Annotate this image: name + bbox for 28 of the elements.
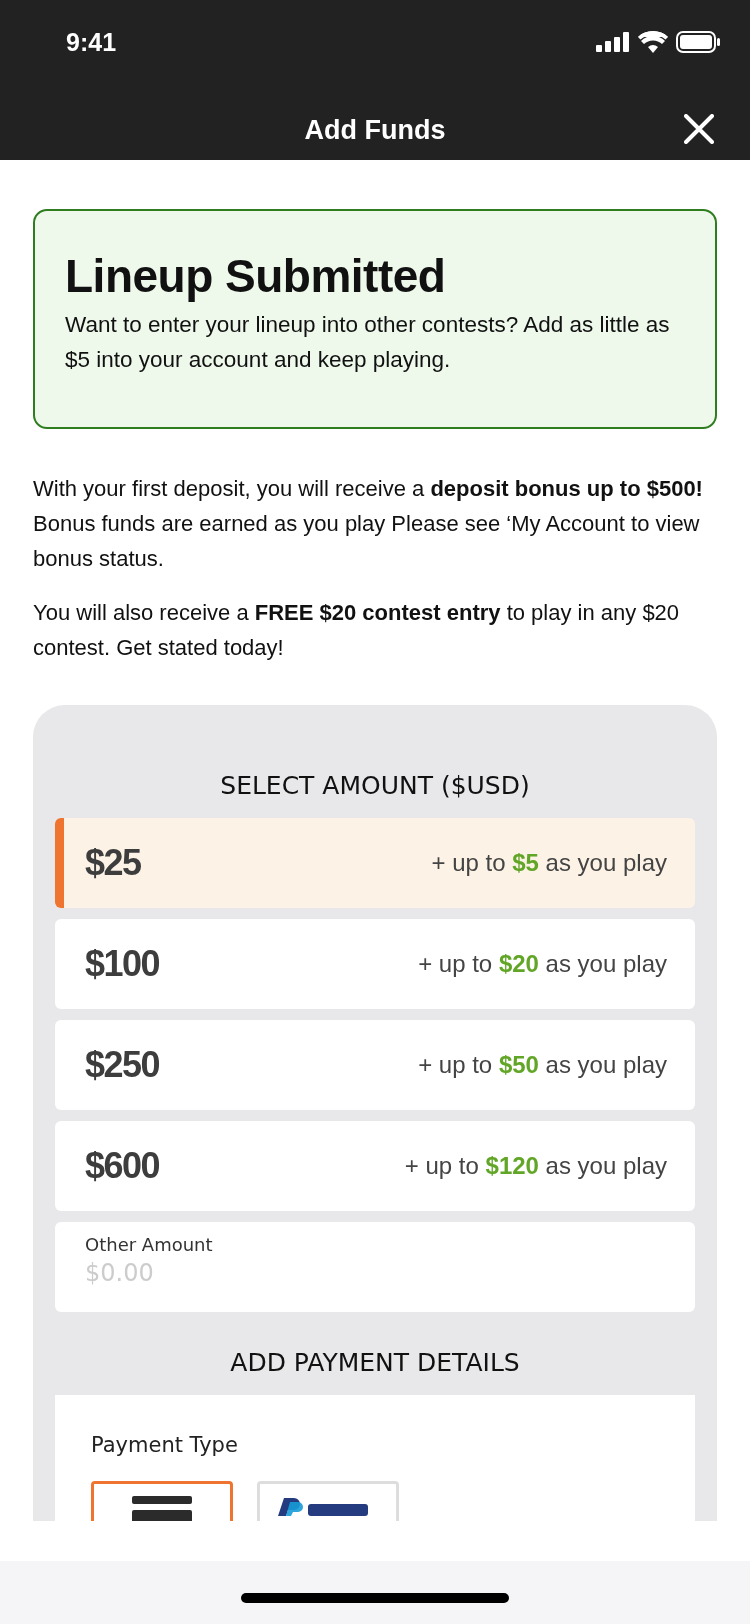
bonus-text: + up to $20 as you play [418,950,667,978]
info-paragraph: You will also receive a FREE $20 contest entry to play in any $20 contest. Get stated today! [33,599,681,662]
wifi-icon [638,31,668,53]
info-paragraph: With your first deposit, you will receive a deposit bonus up to $500! Bonus funds are earned as you play Please see ‘My Account to view bonus status. [33,475,704,573]
battery-icon [676,31,720,53]
signal-icon [596,32,630,52]
amount-option[interactable]: $100 + up to $20 as you play [55,919,695,1009]
payment-type-option[interactable] [91,1481,233,1521]
amount-value: $250 [85,1044,160,1086]
close-icon[interactable] [684,114,714,144]
section-title: SELECT AMOUNT ($USD) [219,771,531,800]
bonus-text: + up to $5 as you play [431,849,667,877]
banner-title: Lineup Submitted [65,249,447,303]
banner-text: Want to enter your lineup into other contests? Add as little as $5 into your account and keep playing. [65,311,671,374]
amount-value: $25 [85,842,141,884]
screen-title: Add Funds [304,114,446,146]
amount-value: $100 [85,943,160,985]
status-time: 9:41 [66,27,117,57]
bonus-text: + up to $120 as you play [404,1152,667,1180]
amount-option[interactable]: $25 + up to $5 as you play [55,818,695,908]
amount-option[interactable]: $600 + up to $120 as you play [55,1121,695,1211]
bonus-text: + up to $50 as you play [418,1051,667,1079]
payment-type-label: Payment Type [91,1433,239,1457]
amount-option[interactable]: $250 + up to $50 as you play [55,1020,695,1110]
section-title: ADD PAYMENT DETAILS [229,1348,521,1377]
field-label: Other Amount [85,1234,214,1255]
amount-value: $600 [85,1145,160,1187]
home-indicator[interactable] [241,1592,509,1603]
